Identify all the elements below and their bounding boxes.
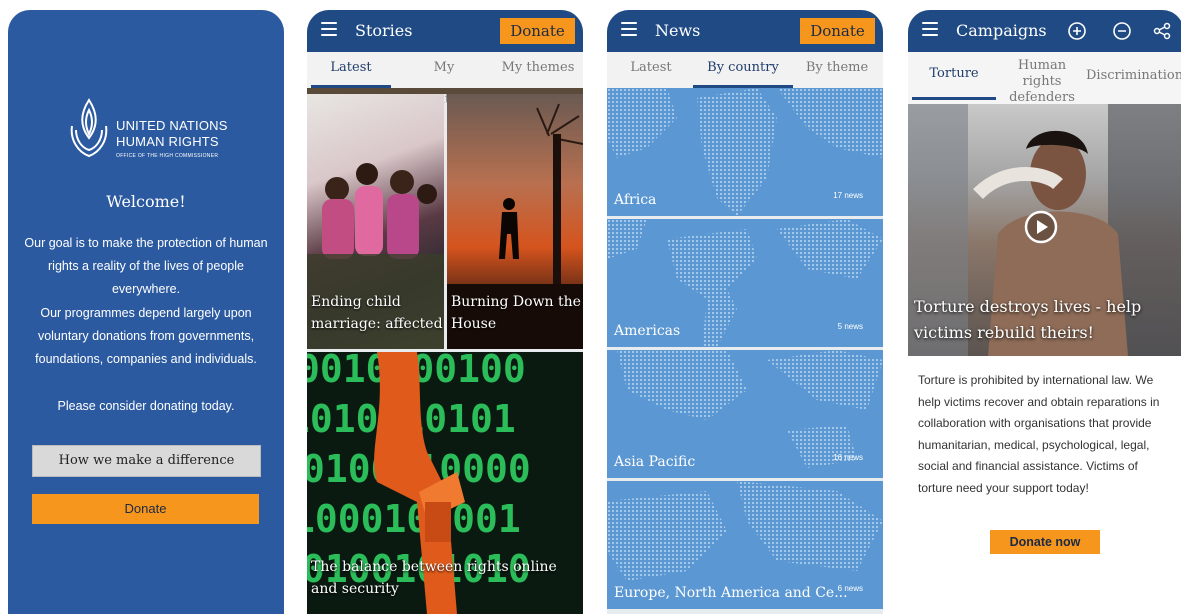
tab-bar: Torture Human rights defenders Discrimin… [908,52,1181,105]
un-logo: UNITED NATIONS HUMAN RIGHTS OFFICE OF TH… [66,96,236,166]
tab-human-rights-defenders[interactable]: Human rights defenders [1000,52,1084,105]
news-count: 6 news [837,584,863,593]
region-name: Europe, North America and Ce... [614,585,848,601]
campaigns-screen: Campaigns Torture Human rights defenders… [908,10,1181,614]
tab-bar: Latest My countries My themes [307,52,583,107]
donate-button[interactable]: Donate [500,18,575,44]
zoom-in-icon[interactable] [1068,22,1086,40]
funding-text: Our programmes depend largely upon volun… [35,306,257,366]
campaign-video-title: Torture destroys lives - help victims re… [914,297,1142,342]
region-name: Asia Pacific [614,454,696,470]
menu-icon[interactable] [922,22,938,36]
news-screen: News Donate Latest By country By theme A… [607,10,883,614]
campaign-description-panel: Torture is prohibited by international l… [908,356,1181,614]
welcome-screen: UNITED NATIONS HUMAN RIGHTS OFFICE OF TH… [8,10,284,614]
app-bar: News Donate [607,10,883,52]
story-title: The balance between rights online and se… [311,559,557,597]
logo-line2: HUMAN RIGHTS [116,134,219,149]
tab-latest[interactable]: Latest [611,52,691,85]
story-title: Burning Down the House [451,294,581,332]
campaign-description: Torture is prohibited by international l… [918,373,1160,495]
region-name: Americas [614,323,681,339]
un-logo-text: UNITED NATIONS HUMAN RIGHTS OFFICE OF TH… [116,118,228,159]
news-count: 5 news [837,322,863,331]
app-bar: Stories Donate [307,10,583,52]
donate-now-button[interactable]: Donate now [990,530,1100,554]
page-title: Campaigns [956,21,1047,40]
tab-latest[interactable]: Latest [311,52,391,88]
logo-line1: UNITED NATIONS [116,118,228,133]
un-logo-icon [70,98,108,158]
share-icon[interactable] [1153,22,1171,40]
page-title: News [655,21,701,40]
news-count: 17 news [833,191,863,200]
tab-torture[interactable]: Torture [912,52,996,100]
news-count: 16 news [833,453,863,462]
page-title: Stories [355,21,413,40]
tab-discrimination[interactable]: Discrimination [1086,52,1181,100]
logo-line3: OFFICE OF THE HIGH COMMISSIONER [116,153,219,159]
story-title: Ending child marriage: affected [311,294,443,332]
region-card-asia-pacific[interactable]: Asia Pacific 16 news [607,350,883,478]
region-name: Africa [614,192,657,208]
menu-icon[interactable] [321,22,337,36]
svg-text:1000101001: 1000101001 [307,497,521,541]
region-card-africa[interactable]: Africa 17 news [607,88,883,216]
app-bar: Campaigns [908,10,1181,52]
tab-bar: Latest By country By theme [607,52,883,88]
zoom-out-icon[interactable] [1113,22,1131,40]
region-card-americas[interactable]: Americas 5 news [607,219,883,347]
story-card[interactable]: 0010100100 1010010101 0100010000 1000101… [307,352,583,614]
welcome-donate-button[interactable]: Donate [32,494,259,524]
donate-prompt-text: Please consider donating today. [57,399,235,413]
tab-by-country[interactable]: By country [693,52,793,88]
story-card[interactable]: Ending child marriage: affected [307,94,444,349]
menu-icon[interactable] [621,22,637,36]
play-icon[interactable] [1024,210,1058,244]
donate-button[interactable]: Donate [800,18,875,44]
welcome-title: Welcome! [106,192,186,211]
tab-my-themes[interactable]: My themes [497,52,579,85]
tab-by-theme[interactable]: By theme [797,52,877,85]
stories-screen: Stories Donate Latest My countries My th… [307,10,583,614]
mission-text: Our goal is to make the protection of hu… [24,236,268,296]
region-card-europe[interactable]: Europe, North America and Ce... 6 news [607,481,883,609]
how-we-make-difference-button[interactable]: How we make a difference [32,445,261,477]
campaign-video[interactable]: Torture destroys lives - help victims re… [908,104,1181,356]
tab-my-countries[interactable]: My countries [403,52,485,107]
story-card[interactable]: Burning Down the House [447,94,583,349]
